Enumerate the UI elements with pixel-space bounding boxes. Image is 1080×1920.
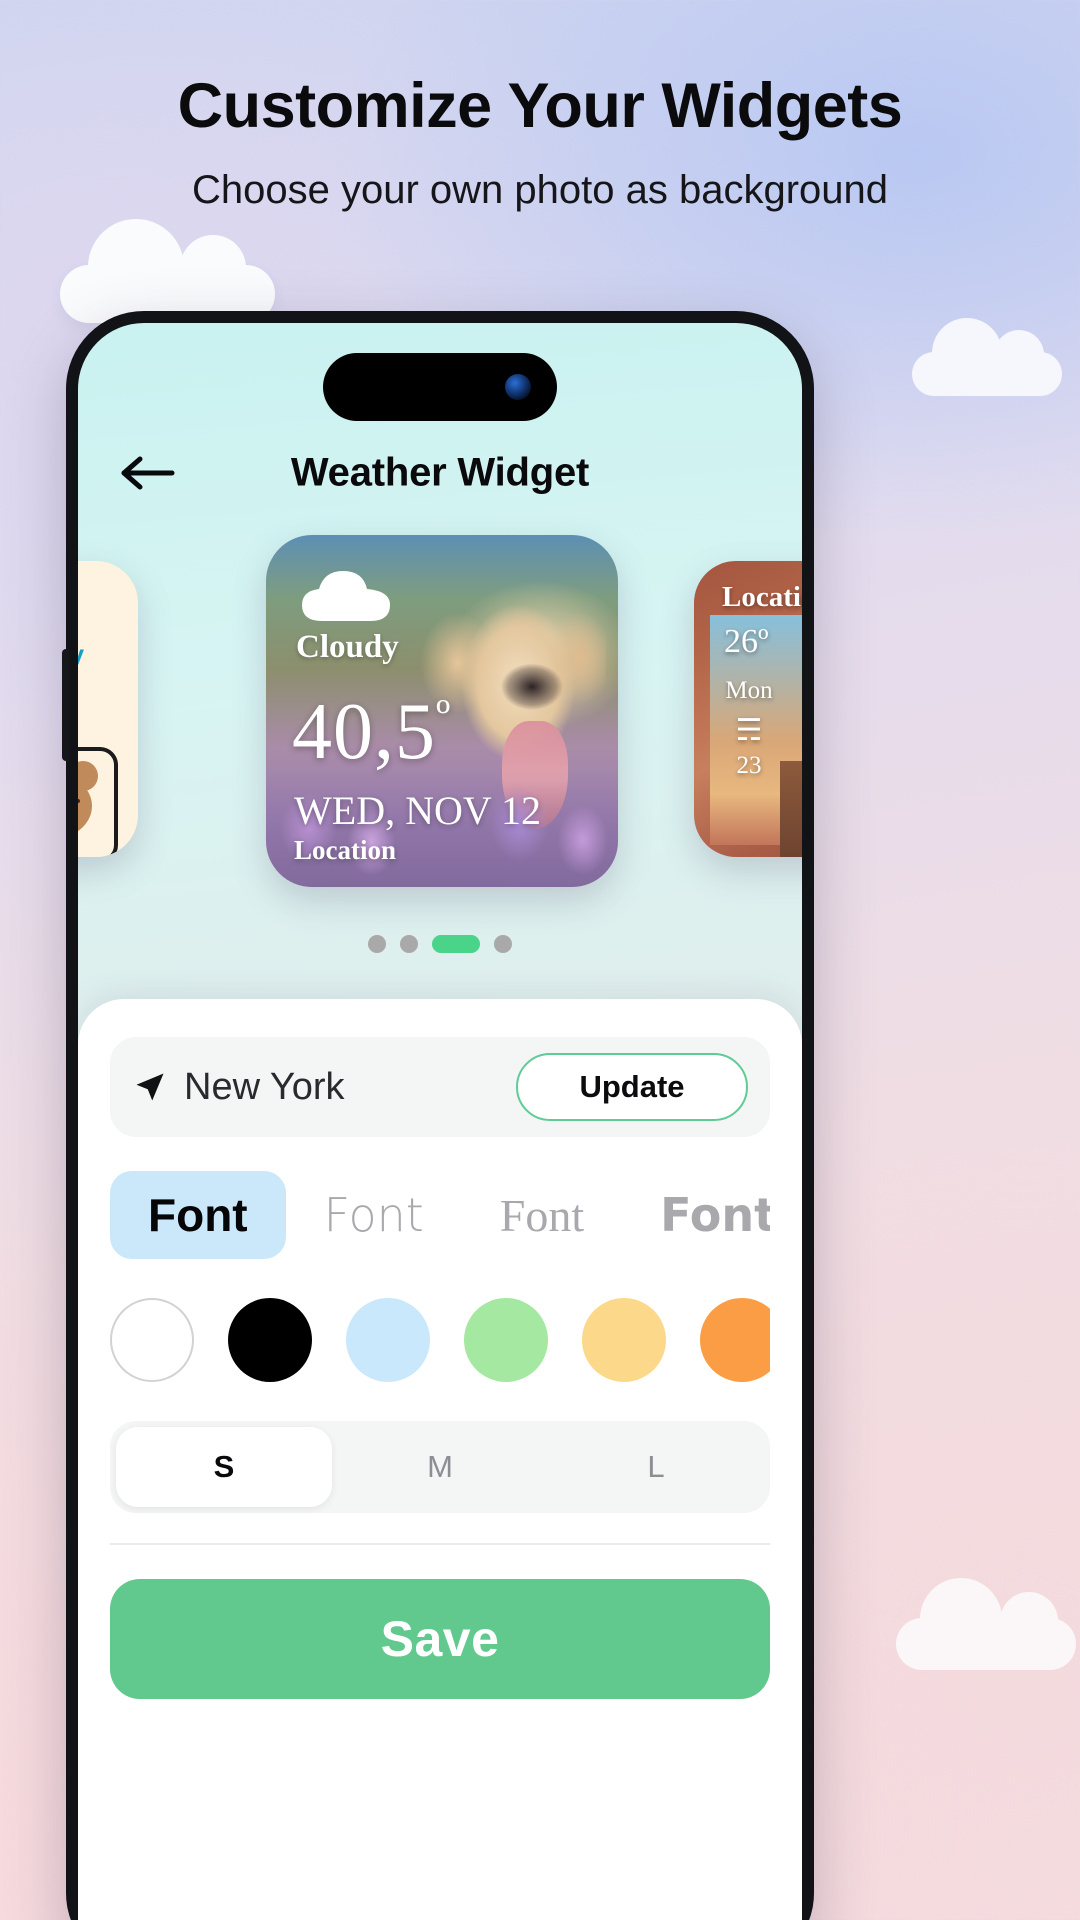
color-swatch-white[interactable] — [110, 1298, 194, 1382]
save-button[interactable]: Save — [110, 1579, 770, 1699]
phone-side-button — [62, 649, 69, 761]
phone-mockup: Weather Widget Cloudy 40,5º WED, NOV 12 … — [62, 311, 814, 1920]
font-option-1[interactable]: Font — [286, 1171, 462, 1259]
widget-right-location: Location — [722, 581, 802, 613]
widget-temperature: 40,5º — [292, 687, 451, 778]
widget-date: WED, NOV 12 — [294, 788, 542, 833]
editor-bottom-sheet: New York Update Font Font Font Font Font — [78, 999, 802, 1920]
widget-card-main[interactable]: Cloudy 40,5º WED, NOV 12 Location — [266, 535, 618, 887]
widget-text-overlay: Cloudy 40,5º WED, NOV 12 Location — [266, 535, 618, 887]
update-button[interactable]: Update — [516, 1053, 748, 1121]
color-swatch-light-yellow[interactable] — [582, 1298, 666, 1382]
size-option-m[interactable]: M — [332, 1427, 548, 1507]
page-subtitle: Choose your own photo as background — [191, 168, 888, 212]
decorative-cloud — [896, 1578, 1076, 1670]
font-option-3[interactable]: Font — [622, 1171, 770, 1259]
promo-heading-block: Customize Your Widgets Choose your own p… — [0, 70, 1080, 213]
location-bar: New York Update — [110, 1037, 770, 1137]
widget-card-left[interactable]: Cloudy 40,5º WED, NOV 12 Location — [78, 561, 138, 857]
widget-right-temperature: 26º — [724, 623, 769, 660]
color-swatch-black[interactable] — [228, 1298, 312, 1382]
widget-condition: Cloudy — [296, 629, 399, 665]
color-swatch-light-green[interactable] — [464, 1298, 548, 1382]
app-header: Weather Widget — [78, 437, 802, 509]
navigation-arrow-icon — [136, 1073, 164, 1101]
forecast-value: 23 — [736, 752, 762, 779]
font-option-2[interactable]: Font — [462, 1171, 622, 1259]
decorative-cloud — [912, 318, 1062, 396]
widget-carousel[interactable]: Cloudy 40,5º WED, NOV 12 Location Locati… — [78, 499, 802, 919]
forecast-weather-icon: ☴ — [735, 714, 763, 747]
degree-symbol: º — [436, 689, 452, 741]
page-dot[interactable] — [400, 935, 418, 953]
page-title: Customize Your Widgets — [177, 71, 903, 141]
widget-left-condition: Cloudy — [78, 639, 84, 670]
screen-title: Weather Widget — [290, 450, 590, 495]
color-selector-row[interactable] — [110, 1285, 770, 1395]
font-selector-row[interactable]: Font Font Font Font Font — [110, 1167, 770, 1263]
widget-card-right[interactable]: Location 26º Mon ☴ 23 Tue ❄ 24 — [694, 561, 802, 857]
size-selector-row[interactable]: S M L — [110, 1421, 770, 1513]
page-dot-active[interactable] — [432, 935, 480, 953]
forecast-item: Tue ❄ 24 — [792, 677, 802, 780]
widget-temperature-value: 40,5 — [292, 688, 436, 776]
dynamic-island — [323, 353, 557, 421]
page-dot[interactable] — [368, 935, 386, 953]
size-option-s[interactable]: S — [116, 1427, 332, 1507]
color-swatch-orange[interactable] — [700, 1298, 770, 1382]
forecast-weather-icon: ❄ — [792, 713, 802, 748]
phone-screen: Weather Widget Cloudy 40,5º WED, NOV 12 … — [78, 323, 802, 1920]
carousel-page-indicator — [78, 935, 802, 953]
widget-location: Location — [294, 835, 397, 865]
front-camera-icon — [505, 374, 531, 400]
location-name: New York — [184, 1065, 345, 1108]
sheet-divider — [110, 1543, 770, 1545]
page-dot[interactable] — [494, 935, 512, 953]
cloud-icon — [302, 571, 390, 621]
forecast-item: Mon ☴ 23 — [714, 677, 784, 780]
bear-sticker-icon — [78, 747, 118, 857]
size-option-l[interactable]: L — [548, 1427, 764, 1507]
color-swatch-light-blue[interactable] — [346, 1298, 430, 1382]
forecast-day: Mon — [725, 677, 773, 704]
font-option-0[interactable]: Font — [110, 1171, 286, 1259]
